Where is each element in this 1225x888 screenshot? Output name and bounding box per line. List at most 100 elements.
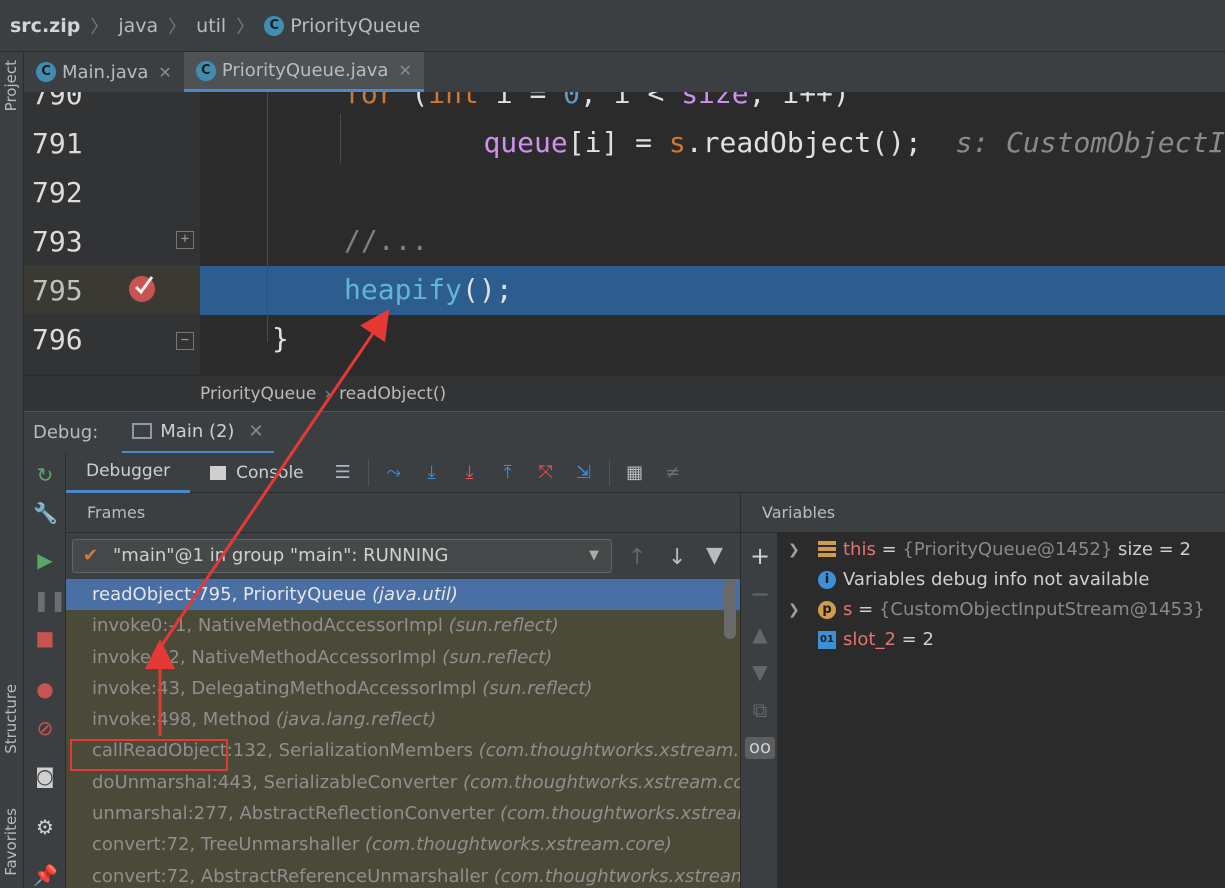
code-token: s [668, 126, 686, 159]
debug-session-tab[interactable]: Main (2) ✕ [122, 412, 274, 454]
primitive-icon: 01 [818, 631, 836, 649]
chevron-down-icon: ▼ [589, 548, 599, 563]
chevron-right-icon: 〉 [236, 16, 255, 38]
tab-debugger[interactable]: Debugger [66, 453, 191, 493]
tab-main-java[interactable]: C Main.java ✕ [24, 52, 184, 92]
stack-frame[interactable]: invoke:498, Method (java.lang.reflect) [66, 704, 740, 735]
fold-collapse-icon[interactable]: − [176, 332, 194, 350]
camera-icon[interactable]: ◙ [33, 764, 57, 788]
code-token: int [428, 92, 479, 110]
code-text: for (int i = 0, i < size, i++) [344, 92, 850, 110]
pause-icon[interactable]: ❚❚ [33, 588, 67, 612]
thread-label: "main"@1 in group "main": RUNNING [113, 545, 449, 566]
stack-frame[interactable]: invoke:62, NativeMethodAccessorImpl (sun… [66, 642, 740, 673]
glasses-icon[interactable]: oo [745, 737, 775, 759]
code-token: s: CustomObjectInputStream [955, 126, 1225, 159]
frame-method: readObject:795, PriorityQueue [92, 584, 367, 605]
expand-arrow-icon[interactable]: ❯ [788, 595, 800, 625]
frame-method: invoke0:-1, NativeMethodAccessorImpl [92, 615, 443, 637]
view-breakpoints-icon[interactable]: ● [33, 677, 57, 701]
variables-side-toolbar: + − ▲ ▼ ⧉ oo [740, 493, 778, 888]
stack-frame[interactable]: unmarshal:277, AbstractReflectionConvert… [66, 798, 740, 829]
code-editor[interactable]: 790 for (int i = 0, i < size, i++) 791 que… [24, 92, 1225, 375]
copy-icon[interactable]: ⧉ [749, 699, 771, 721]
crumb-class[interactable]: PriorityQueue [200, 384, 316, 404]
gear-icon[interactable]: ⚙ [33, 815, 57, 839]
favorites-tool-button[interactable]: Favorites [2, 808, 20, 876]
variable-extra: size = 2 [1112, 539, 1191, 560]
stack-frame[interactable]: invoke:43, DelegatingMethodAccessorImpl … [66, 673, 740, 704]
code-line[interactable]: 793 //... [24, 217, 1225, 266]
fold-expand-icon[interactable]: + [176, 231, 194, 249]
run-to-cursor-icon[interactable]: ⇲ [573, 462, 595, 484]
crumb-java[interactable]: java [118, 15, 158, 37]
frames-panel: Frames ✔ "main"@1 in group "main": RUNNI… [66, 493, 740, 888]
crumb-priorityqueue[interactable]: PriorityQueue [290, 15, 420, 37]
close-icon[interactable]: ✕ [398, 61, 411, 80]
crumb-util[interactable]: util [196, 15, 226, 37]
code-line[interactable]: 795 heapify(); [32, 266, 1225, 315]
code-text: //... [344, 224, 428, 257]
trace-icon[interactable]: ≠ [662, 462, 684, 484]
stack-frame[interactable]: convert:72, AbstractReferenceUnmarshalle… [66, 861, 740, 888]
console-icon [210, 465, 227, 480]
param-icon: p [818, 601, 836, 619]
move-down-icon[interactable]: ▼ [749, 661, 771, 683]
indent-guide [340, 114, 341, 164]
add-watch-icon[interactable]: + [749, 544, 771, 568]
move-up-icon[interactable]: ▲ [749, 623, 771, 645]
code-token: i = [478, 92, 564, 110]
stack-frame[interactable]: invoke0:-1, NativeMethodAccessorImpl (su… [66, 610, 740, 641]
variable-eq: = [875, 539, 903, 560]
expand-arrow-icon[interactable]: ❯ [788, 535, 800, 565]
step-into-icon[interactable]: ⤓ [459, 462, 481, 484]
structure-tool-button[interactable]: Structure [2, 684, 20, 754]
mute-breakpoints-icon[interactable]: ⊘ [33, 716, 57, 740]
close-icon[interactable]: ✕ [158, 63, 171, 82]
code-text: } [272, 322, 289, 355]
code-line[interactable]: 791 queue[i] = s.readObject(); s: Custom… [24, 119, 1225, 168]
tab-label: PriorityQueue.java [221, 60, 389, 81]
arrow-up-icon[interactable]: ↑ [628, 545, 646, 570]
evaluate-expression-icon[interactable]: ▦ [624, 462, 646, 484]
drop-frame-icon[interactable]: ⤧ [535, 462, 557, 484]
rerun-icon[interactable]: ↻ [33, 463, 57, 487]
tab-console[interactable]: Console [190, 453, 324, 493]
arrow-down-icon[interactable]: ↓ [668, 545, 686, 570]
divider [367, 459, 369, 486]
resume-icon[interactable]: ▶ [33, 548, 57, 572]
code-token: size [681, 92, 749, 110]
breakpoint-icon[interactable] [128, 271, 160, 303]
stack-frame[interactable]: convert:72, TreeUnmarshaller (com.though… [66, 829, 740, 860]
pin-icon[interactable]: 📌 [33, 863, 58, 887]
show-execution-point-icon[interactable]: ⤳ [383, 462, 405, 484]
crumb-src-zip[interactable]: src.zip [10, 15, 80, 37]
stack-frame[interactable]: doUnmarshal:443, SerializableConverter (… [66, 767, 740, 798]
tab-priorityqueue-java[interactable]: C PriorityQueue.java ✕ [183, 52, 424, 92]
filter-icon[interactable]: ▼ [706, 543, 723, 568]
chevron-right-icon: 〉 [90, 16, 109, 38]
crumb-method[interactable]: readObject() [339, 384, 446, 404]
code-text: heapify(); [344, 273, 513, 306]
stack-frame[interactable]: readObject:795, PriorityQueue (java.util… [66, 579, 740, 611]
code-line[interactable]: 796} [24, 315, 1225, 364]
scrollbar[interactable] [724, 579, 736, 639]
check-icon: ✔ [83, 545, 99, 566]
step-over-icon[interactable]: ⤓ [421, 462, 443, 484]
frame-method: doUnmarshal:443, SerializableConverter [92, 771, 458, 793]
code-line[interactable]: 792 [24, 168, 1225, 217]
code-line[interactable]: 790 for (int i = 0, i < size, i++) [24, 92, 1225, 119]
code-token: heapify [344, 273, 463, 306]
stop-icon[interactable]: ■ [33, 626, 57, 650]
menu-icon[interactable]: ☰ [332, 462, 354, 484]
class-icon: C [36, 62, 56, 82]
remove-watch-icon[interactable]: − [749, 582, 771, 606]
variable-name: this [843, 539, 876, 560]
tab-label: Main.java [62, 61, 149, 83]
thread-selector[interactable]: ✔ "main"@1 in group "main": RUNNING ▼ [72, 539, 612, 573]
project-tool-button[interactable]: Project [2, 60, 20, 111]
step-out-icon[interactable]: ⤒ [497, 462, 519, 484]
wrench-icon[interactable]: 🔧 [33, 501, 58, 525]
close-icon[interactable]: ✕ [248, 421, 263, 442]
